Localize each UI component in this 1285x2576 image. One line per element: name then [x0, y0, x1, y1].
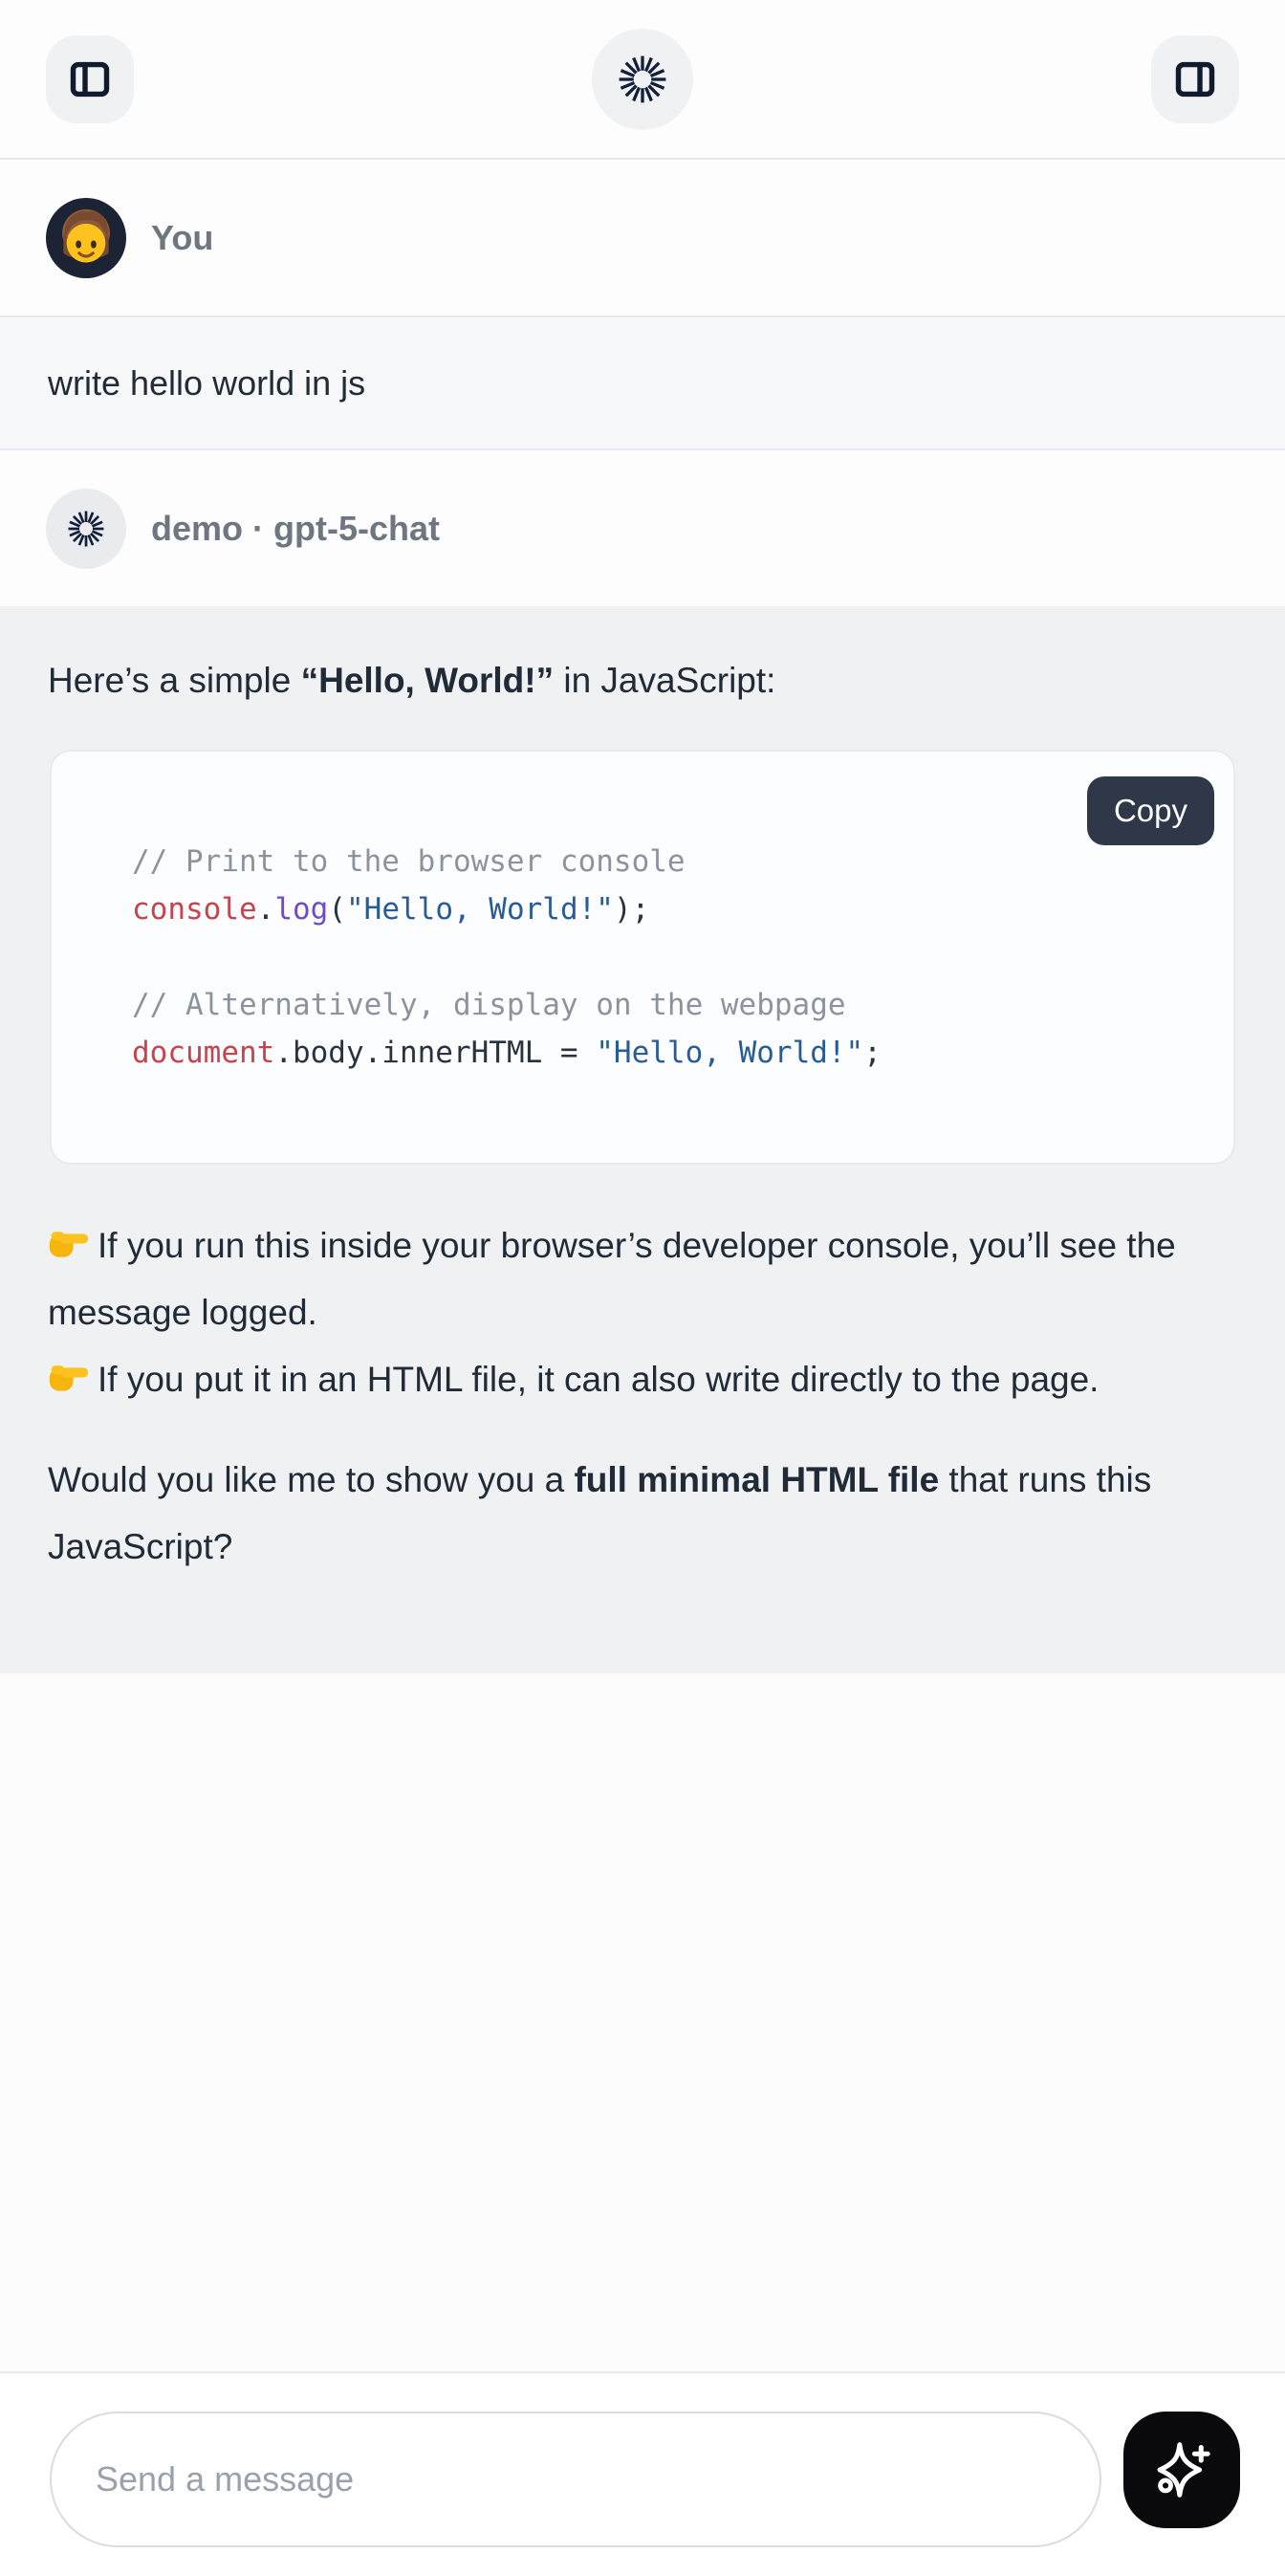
- code-token: .: [257, 892, 275, 927]
- chat-scroll-area[interactable]: [0, 1673, 1285, 2371]
- chat-app-screen: You write hello world in js: [0, 0, 1285, 2576]
- code-line: document.body.innerHTML = "Hello, World!…: [132, 1029, 1205, 1077]
- assistant-message: Here’s a simple “Hello, World!” in JavaS…: [0, 606, 1285, 1673]
- code-content: // Print to the browser console console.l…: [52, 752, 1233, 1077]
- tip-text: If you put it in an HTML file, it can al…: [98, 1360, 1099, 1399]
- assistant-closing-paragraph: Would you like me to show you a full min…: [48, 1447, 1237, 1581]
- code-token: console: [132, 892, 257, 927]
- starburst-logo-icon: [615, 52, 670, 107]
- code-token: .body.innerHTML =: [274, 1036, 596, 1070]
- code-token: );: [614, 892, 649, 927]
- model-logo-button[interactable]: [592, 29, 693, 130]
- user-message: write hello world in js: [0, 316, 1285, 450]
- user-message-text: write hello world in js: [48, 363, 365, 404]
- person-emoji-icon: [46, 198, 126, 278]
- closing-text: Would you like me to show you a: [48, 1460, 574, 1499]
- user-sender-name: You: [151, 218, 213, 258]
- code-token: "Hello, World!": [346, 892, 614, 927]
- tip-text: If you run this inside your browser’s de…: [48, 1226, 1176, 1332]
- code-line: // Alternatively, display on the webpage: [132, 981, 1205, 1029]
- assistant-sender-row: demo · gpt-5-chat: [0, 450, 1285, 606]
- message-input[interactable]: [50, 2412, 1101, 2547]
- right-panel-toggle-button[interactable]: [1151, 35, 1239, 123]
- tip-line: If you run this inside your browser’s de…: [48, 1212, 1237, 1346]
- pointing-right-emoji-icon: [48, 1222, 90, 1264]
- panel-left-icon: [66, 55, 114, 103]
- intro-bold-text: “Hello, World!”: [301, 661, 554, 700]
- sparkle-icon: [1148, 2436, 1215, 2503]
- copy-code-button[interactable]: Copy: [1087, 776, 1214, 845]
- assistant-intro-paragraph: Here’s a simple “Hello, World!” in JavaS…: [48, 648, 1237, 713]
- user-avatar: [46, 198, 126, 278]
- sidebar-toggle-button[interactable]: [46, 35, 134, 123]
- code-token: (: [328, 892, 346, 927]
- composer-bar: [0, 2371, 1285, 2576]
- code-token: // Print to the browser console: [132, 844, 686, 879]
- code-line: // Print to the browser console: [132, 838, 1205, 885]
- code-line: [132, 933, 1205, 981]
- intro-text: in JavaScript:: [554, 661, 775, 700]
- code-token: // Alternatively, display on the webpage: [132, 988, 846, 1022]
- assistant-avatar: [46, 489, 126, 569]
- code-block: Copy // Print to the browser console cons…: [50, 750, 1235, 1165]
- pointing-right-emoji-icon: [48, 1356, 90, 1398]
- send-button[interactable]: [1123, 2412, 1240, 2528]
- code-line: console.log("Hello, World!");: [132, 885, 1205, 933]
- code-token: ;: [863, 1036, 882, 1070]
- user-sender-row: You: [0, 160, 1285, 316]
- starburst-logo-icon: [65, 508, 107, 550]
- assistant-tips-paragraph: If you run this inside your browser’s de…: [48, 1212, 1237, 1413]
- code-token: "Hello, World!": [596, 1036, 863, 1070]
- code-token: document: [132, 1036, 274, 1070]
- code-token: log: [274, 892, 328, 927]
- intro-text: Here’s a simple: [48, 661, 301, 700]
- closing-bold-text: full minimal HTML file: [574, 1460, 939, 1499]
- assistant-sender-name: demo · gpt-5-chat: [151, 509, 440, 549]
- panel-right-icon: [1171, 55, 1219, 103]
- tip-line: If you put it in an HTML file, it can al…: [48, 1346, 1237, 1413]
- top-bar: [0, 0, 1285, 160]
